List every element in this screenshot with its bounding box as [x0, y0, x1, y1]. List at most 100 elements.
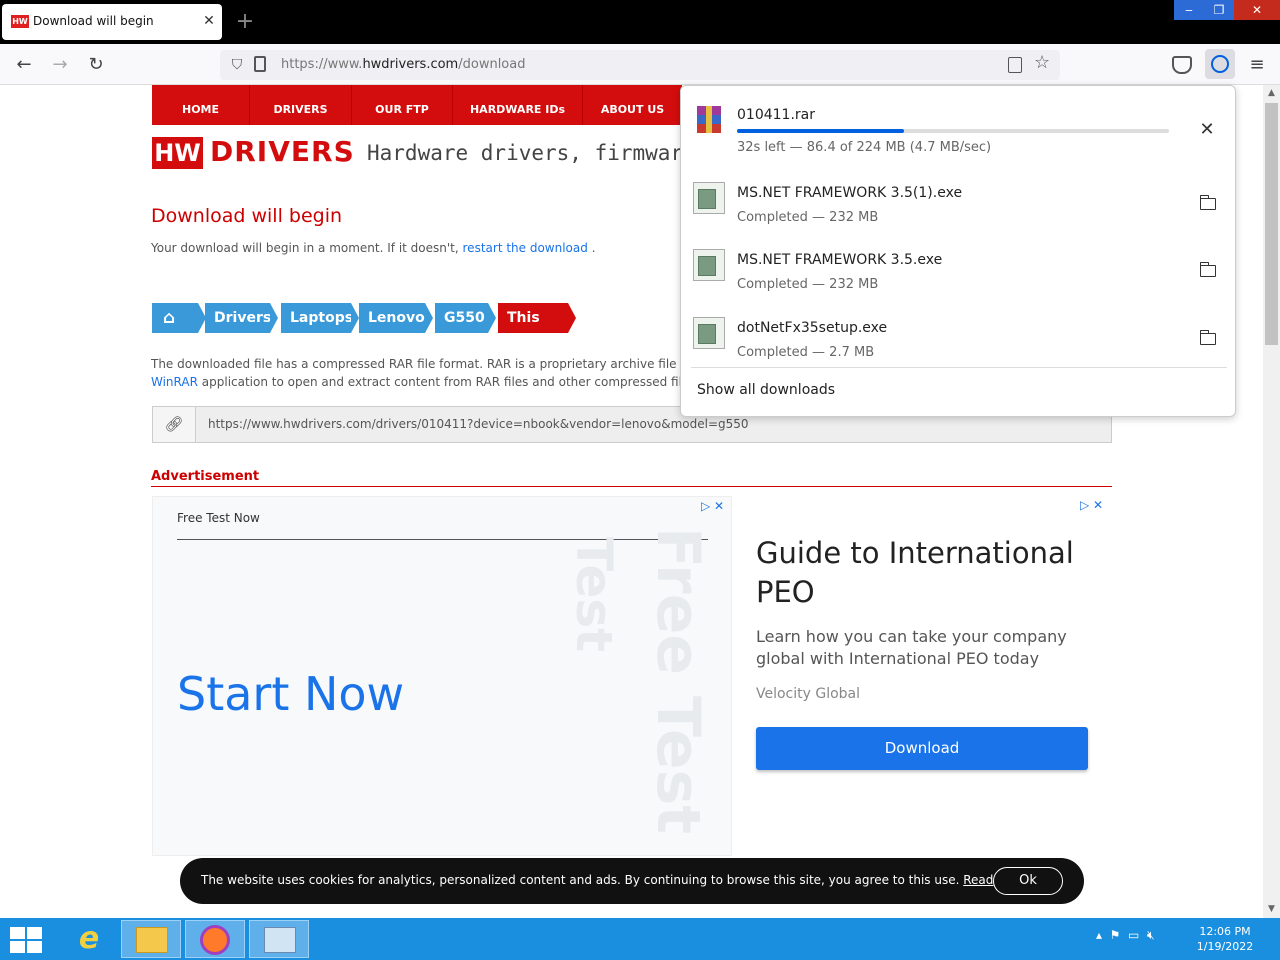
page-title: Download will begin [151, 205, 343, 227]
desc-line-1: The downloaded file has a compressed RAR… [151, 357, 681, 371]
download-name: MS.NET FRAMEWORK 3.5(1).exe [737, 185, 963, 201]
winrar-link[interactable]: WinRAR [151, 375, 198, 389]
breadcrumb-home-icon[interactable]: ⌂ [152, 303, 206, 333]
file-explorer-taskbar[interactable] [121, 920, 181, 958]
ad-download-button[interactable]: Download [756, 727, 1088, 770]
nav-drivers[interactable]: DRIVERS [250, 85, 352, 125]
system-tray[interactable]: ▴ ⚑ ▭ 🔇︎ [1096, 928, 1155, 943]
navigation-toolbar: ← → ↻ ⛉ https://www.hwdrivers.com/downlo… [0, 44, 1280, 85]
folder-icon [136, 927, 168, 953]
download-item[interactable]: MS.NET FRAMEWORK 3.5.exe Completed — 232… [681, 237, 1235, 303]
download-link-url[interactable]: https://www.hwdrivers.com/drivers/010411… [208, 417, 749, 431]
url-text[interactable]: https://www.hwdrivers.com/download [281, 57, 525, 72]
exe-icon [693, 317, 725, 349]
logo-hw: HW [152, 137, 203, 169]
exe-icon [693, 249, 725, 281]
ad-body: Learn how you can take your company glob… [756, 627, 1067, 668]
breadcrumb-this-file[interactable]: This File [498, 303, 576, 356]
tracking-shield-icon[interactable]: ⛉ [228, 54, 246, 76]
cookie-read-link[interactable]: Read [963, 873, 993, 887]
hwdrivers-favicon: HW [11, 15, 29, 28]
url-bar[interactable]: ⛉ https://www.hwdrivers.com/download ☆ [220, 50, 1060, 80]
new-tab-icon[interactable]: + [232, 8, 258, 36]
ad-headline: Guide to International PEO [756, 536, 1074, 609]
lock-icon[interactable] [254, 56, 266, 72]
ad-international-peo[interactable]: ▷ ✕ Guide to International PEO Learn how… [732, 496, 1112, 776]
close-window-button[interactable]: ✕ [1234, 0, 1280, 20]
advertisement-divider [151, 486, 1112, 487]
ad-ghost-text-2: Test [565, 537, 623, 653]
adchoices-icon[interactable]: ▷ ✕ [1080, 498, 1103, 512]
tab-download-will-begin[interactable]: HW Download will begin ✕ [2, 4, 222, 40]
cookie-banner: The website uses cookies for analytics, … [180, 858, 1084, 904]
download-progress-fill [737, 129, 904, 133]
tab-title: Download will begin [33, 14, 154, 28]
scroll-down-arrow-icon[interactable]: ▼ [1263, 901, 1280, 918]
link-icon: 🔗︎ [153, 407, 196, 442]
internet-explorer-icon[interactable]: e [72, 922, 106, 956]
subtext-end: . [591, 241, 596, 255]
control-panel-taskbar[interactable] [249, 920, 309, 958]
ad-ghost-text-1: Free Test [643, 527, 713, 835]
download-status: Completed — 232 MB [737, 277, 879, 292]
breadcrumb-g550[interactable]: G550 [435, 303, 496, 333]
cookie-ok-button[interactable]: Ok [993, 867, 1063, 895]
nav-hardware-ids[interactable]: HARDWARE IDs [453, 85, 583, 125]
show-in-folder-icon[interactable] [1199, 195, 1216, 210]
download-status: 32s left — 86.4 of 224 MB (4.7 MB/sec) [737, 140, 992, 155]
page-scrollbar[interactable]: ▲ ▼ [1263, 85, 1280, 918]
tab-close-icon[interactable]: ✕ [200, 11, 218, 31]
clock-time: 12:06 PM [1199, 925, 1251, 938]
download-item[interactable]: 010411.rar 32s left — 86.4 of 224 MB (4.… [681, 92, 1235, 158]
breadcrumb-lenovo[interactable]: Lenovo [359, 303, 433, 333]
bookmark-star-icon[interactable]: ☆ [1034, 52, 1050, 73]
firefox-icon [200, 925, 230, 955]
download-name: dotNetFx35setup.exe [737, 320, 888, 336]
download-status: Completed — 2.7 MB [737, 345, 875, 360]
ad-free-test-title: Free Test Now [177, 511, 260, 525]
download-name: 010411.rar [737, 107, 815, 123]
windows-start-icon[interactable] [8, 927, 42, 953]
scroll-thumb[interactable] [1265, 103, 1278, 345]
download-item[interactable]: MS.NET FRAMEWORK 3.5(1).exe Completed — … [681, 170, 1235, 236]
pocket-icon[interactable] [1172, 56, 1192, 74]
nav-about-us[interactable]: ABOUT US [583, 85, 682, 125]
restart-download-link[interactable]: restart the download [463, 241, 588, 255]
maximize-button[interactable]: ❐ [1204, 0, 1234, 20]
download-item[interactable]: dotNetFx35setup.exe Completed — 2.7 MB [681, 305, 1235, 371]
ad-start-now[interactable]: Start Now [177, 667, 404, 721]
back-arrow-icon[interactable]: ← [11, 52, 37, 78]
hamburger-menu-icon[interactable]: ≡ [1246, 52, 1268, 78]
show-in-folder-icon[interactable] [1199, 330, 1216, 345]
cancel-download-icon[interactable]: ✕ [1193, 118, 1221, 142]
download-progress-bar [737, 129, 1169, 133]
scroll-up-arrow-icon[interactable]: ▲ [1263, 85, 1280, 102]
nav-our-ftp[interactable]: OUR FTP [352, 85, 453, 125]
taskbar-clock[interactable]: 12:06 PM 1/19/2022 [1190, 924, 1260, 954]
show-all-downloads-link[interactable]: Show all downloads [697, 382, 835, 398]
download-name: MS.NET FRAMEWORK 3.5.exe [737, 252, 943, 268]
breadcrumb-drivers[interactable]: Drivers [205, 303, 278, 333]
winrar-icon [693, 104, 725, 136]
downloads-progress-icon [1211, 55, 1229, 73]
subtext-label: Your download will begin in a moment. If… [151, 241, 459, 255]
downloads-button[interactable] [1205, 49, 1235, 79]
nav-home[interactable]: HOME [152, 85, 250, 125]
forward-arrow-icon[interactable]: → [47, 52, 73, 78]
breadcrumb-laptops[interactable]: Laptops [281, 303, 359, 333]
show-in-folder-icon[interactable] [1199, 262, 1216, 277]
advertisement-label: Advertisement [151, 469, 260, 484]
file-format-description: The downloaded file has a compressed RAR… [151, 355, 681, 391]
download-subtext: Your download will begin in a moment. If… [151, 241, 596, 255]
ad-free-test[interactable]: Free Test Now Free Test Test Start Now ▷… [152, 496, 732, 856]
cookie-message: The website uses cookies for analytics, … [201, 873, 960, 887]
exe-icon [693, 182, 725, 214]
reader-view-icon[interactable] [1008, 57, 1022, 73]
downloads-divider [691, 367, 1227, 368]
minimize-button[interactable]: ‒ [1174, 0, 1204, 20]
firefox-taskbar[interactable] [185, 920, 245, 958]
adchoices-icon[interactable]: ▷ ✕ [701, 499, 724, 513]
title-bar: HW Download will begin ✕ + ‒ ❐ ✕ [0, 0, 1280, 44]
download-status: Completed — 232 MB [737, 210, 879, 225]
reload-icon[interactable]: ↻ [83, 52, 109, 78]
